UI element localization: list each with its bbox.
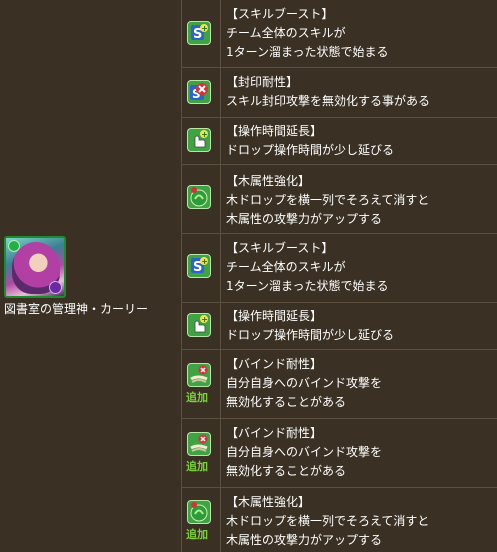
awakening-desc: 木ドロップを横一列でそろえて消すと <box>226 193 430 207</box>
bind-resist-icon <box>187 363 211 387</box>
awakening-title: 【スキルブースト】 <box>226 241 334 255</box>
awakening-text: 【木属性強化】 木ドロップを横一列でそろえて消すと 木属性の攻撃力がアップする <box>226 172 429 229</box>
awakening-desc: チーム全体のスキルが <box>226 260 346 274</box>
row-divider <box>181 117 497 118</box>
row-divider <box>181 164 497 165</box>
column-divider <box>220 0 221 552</box>
awakening-desc: 木属性の攻撃力がアップする <box>226 212 383 226</box>
awakening-text: 【木属性強化】 木ドロップを横一列でそろえて消すと 木属性の攻撃力がアップする <box>226 493 429 550</box>
awakening-text: 【封印耐性】 スキル封印攻撃を無効化する事がある <box>226 73 430 111</box>
row-divider <box>181 302 497 303</box>
dark-attribute-icon <box>49 281 62 294</box>
skill-boost-icon: S + <box>187 21 211 45</box>
awakening-title: 【操作時間延長】 <box>226 124 323 138</box>
svg-text:+: + <box>201 315 208 324</box>
awakening-table: 図書室の管理神・カーリー S + 【スキルブースト】 チーム全体のスキルが 1ター… <box>0 0 497 552</box>
awakening-text: 【スキルブースト】 チーム全体のスキルが 1ターン溜まった状態で始まる <box>226 5 389 62</box>
row-divider <box>181 418 497 419</box>
added-badge: 追加 <box>186 391 208 404</box>
row-divider <box>181 487 497 488</box>
monster-name[interactable]: 図書室の管理神・カーリー <box>4 300 148 317</box>
row-divider <box>181 233 497 234</box>
awakening-title: 【スキルブースト】 <box>226 7 334 21</box>
wood-row-icon <box>187 185 211 209</box>
awakening-text: 【スキルブースト】 チーム全体のスキルが 1ターン溜まった状態で始まる <box>226 239 389 296</box>
awakening-title: 【木属性強化】 <box>226 174 311 188</box>
row-divider <box>181 67 497 68</box>
svg-text:+: + <box>201 257 208 266</box>
awakening-title: 【木属性強化】 <box>226 495 311 509</box>
awakening-desc: 自分自身へのバインド攻撃を <box>226 445 383 459</box>
awakening-title: 【バインド耐性】 <box>226 426 323 440</box>
awakening-title: 【操作時間延長】 <box>226 309 323 323</box>
awakening-desc: 1ターン溜まった状態で始まる <box>226 279 389 293</box>
awakening-desc: 木属性の攻撃力がアップする <box>226 533 383 547</box>
svg-text:+: + <box>201 24 208 33</box>
awakening-desc: 自分自身へのバインド攻撃を <box>226 376 383 390</box>
awakening-desc: ドロップ操作時間が少し延びる <box>226 143 395 157</box>
added-badge: 追加 <box>186 528 208 541</box>
awakening-text: 【操作時間延長】 ドロップ操作時間が少し延びる <box>226 307 394 345</box>
awakening-desc: 1ターン溜まった状態で始まる <box>226 45 389 59</box>
monster-cell: 図書室の管理神・カーリー <box>0 0 182 552</box>
awakening-text: 【バインド耐性】 自分自身へのバインド攻撃を 無効化することがある <box>226 355 382 412</box>
awakening-desc: ドロップ操作時間が少し延びる <box>226 328 395 342</box>
awakening-title: 【バインド耐性】 <box>226 357 323 371</box>
seal-resist-icon: S <box>187 80 211 104</box>
svg-text:+: + <box>201 130 208 139</box>
awakening-text: 【操作時間延長】 ドロップ操作時間が少し延びる <box>226 122 394 160</box>
awakening-desc: 無効化することがある <box>226 395 347 409</box>
bind-resist-icon <box>187 432 211 456</box>
monster-portrait[interactable] <box>4 236 66 298</box>
awakening-desc: チーム全体のスキルが <box>226 26 346 40</box>
wood-attribute-icon <box>8 240 20 252</box>
skill-boost-icon: S + <box>187 254 211 278</box>
awakening-desc: スキル封印攻撃を無効化する事がある <box>226 94 431 108</box>
awakening-text: 【バインド耐性】 自分自身へのバインド攻撃を 無効化することがある <box>226 424 382 481</box>
awakening-title: 【封印耐性】 <box>226 75 299 89</box>
row-divider <box>181 349 497 350</box>
awakening-desc: 木ドロップを横一列でそろえて消すと <box>226 514 430 528</box>
awakening-desc: 無効化することがある <box>226 464 347 478</box>
extend-time-icon: + <box>187 128 211 152</box>
added-badge: 追加 <box>186 460 208 473</box>
extend-time-icon: + <box>187 313 211 337</box>
wood-row-icon <box>187 500 211 524</box>
